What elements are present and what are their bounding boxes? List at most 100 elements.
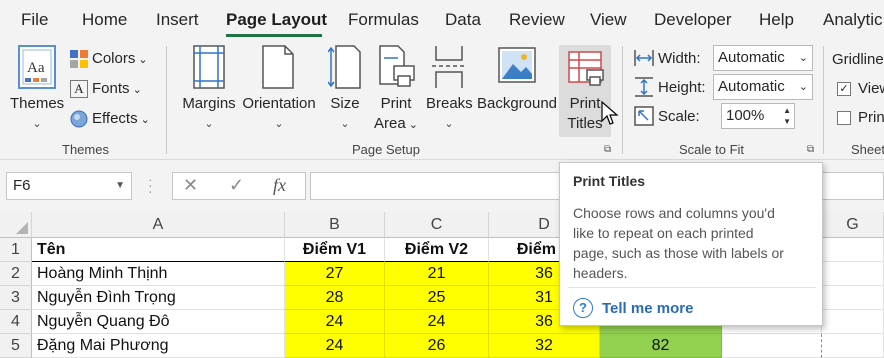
cell-g1[interactable] <box>822 238 884 262</box>
colors-button[interactable]: Colors ⌄ <box>70 46 148 72</box>
cell-e5[interactable]: 82 <box>600 334 722 358</box>
column-header-g[interactable]: G <box>822 212 884 238</box>
orientation-button[interactable]: Orientation ⌄ <box>240 44 318 134</box>
column-header-b[interactable]: B <box>285 212 385 238</box>
cell-g2[interactable] <box>822 262 884 286</box>
row-header[interactable]: 2 <box>0 262 32 286</box>
tab-file[interactable]: File <box>21 10 48 30</box>
cell-a2[interactable]: Hoàng Minh Thịnh <box>32 262 285 286</box>
cell-c5[interactable]: 26 <box>385 334 489 358</box>
column-header-a[interactable]: A <box>32 212 285 238</box>
row-header[interactable]: 3 <box>0 286 32 310</box>
background-button[interactable]: Background <box>476 44 558 114</box>
breaks-label: Breaks <box>426 95 473 112</box>
active-tab-indicator <box>226 34 322 37</box>
tab-insert[interactable]: Insert <box>156 10 199 30</box>
select-all-corner[interactable] <box>0 212 32 238</box>
tab-analytic[interactable]: Analytic <box>823 10 883 30</box>
size-button[interactable]: Size ⌄ <box>326 44 364 134</box>
page-setup-dialog-launcher-icon[interactable]: ⧉ <box>604 144 611 155</box>
margins-icon <box>193 45 225 89</box>
effects-button[interactable]: Effects ⌄ <box>70 106 150 132</box>
chevron-down-icon: ▼ <box>115 180 125 191</box>
name-box[interactable]: F6 ▼ <box>6 172 132 200</box>
height-icon <box>635 77 653 97</box>
size-label: Size <box>330 95 360 112</box>
gridlines-view-label: View <box>858 80 884 97</box>
cell-f5[interactable] <box>722 334 822 358</box>
print-area-icon <box>379 45 415 87</box>
tab-help[interactable]: Help <box>759 10 794 30</box>
cell-d5[interactable]: 32 <box>489 334 600 358</box>
scale-spinner[interactable]: 100% ▲ ▼ <box>721 103 795 129</box>
tab-view[interactable]: View <box>590 10 627 30</box>
cell-c3[interactable]: 25 <box>385 286 489 310</box>
select-all-triangle-icon <box>16 222 28 234</box>
cell-a1[interactable]: Tên <box>32 238 285 262</box>
scale-label: Scale: <box>658 108 700 125</box>
tab-page-layout[interactable]: Page Layout <box>226 10 327 30</box>
themes-label: Themes <box>10 95 65 112</box>
orientation-label: Orientation <box>242 95 316 112</box>
cell-c2[interactable]: 21 <box>385 262 489 286</box>
cell-g4[interactable] <box>822 310 884 334</box>
breaks-button[interactable]: Breaks ⌄ <box>426 44 473 134</box>
cell-c1[interactable]: Điểm V2 <box>385 238 489 262</box>
tab-developer[interactable]: Developer <box>654 10 732 30</box>
help-icon[interactable]: ? <box>573 298 593 318</box>
tab-formulas[interactable]: Formulas <box>348 10 419 30</box>
margins-button[interactable]: Margins ⌄ <box>180 44 238 134</box>
chevron-down-icon: ⌄ <box>135 54 148 66</box>
effects-label: Effects <box>92 110 138 127</box>
cell-a4[interactable]: Nguyễn Quang Đô <box>32 310 285 334</box>
group-separator <box>622 46 623 154</box>
more-options-icon: · · · <box>148 171 153 199</box>
insert-function-icon[interactable]: fx <box>273 175 286 196</box>
tooltip-divider <box>568 287 816 288</box>
tooltip-line: page, such as those with labels or <box>573 245 784 261</box>
enter-icon[interactable]: ✓ <box>229 175 244 196</box>
page-size-icon <box>328 45 361 89</box>
scale-to-fit-dialog-launcher-icon[interactable]: ⧉ <box>807 144 814 155</box>
scale-value: 100% <box>726 107 765 124</box>
group-label-scale-to-fit: Scale to Fit <box>679 142 745 157</box>
svg-text:Aa: Aa <box>27 60 45 76</box>
row-header[interactable]: 1 <box>0 238 32 262</box>
row-header[interactable]: 4 <box>0 310 32 334</box>
cell-g3[interactable] <box>822 286 884 310</box>
chevron-down-icon: ⌄ <box>798 52 808 64</box>
cell-c4[interactable]: 24 <box>385 310 489 334</box>
themes-button[interactable]: Aa Themes ⌄ <box>10 44 64 134</box>
cell-b5[interactable]: 24 <box>285 334 385 358</box>
print-area-button[interactable]: Print Area ⌄ <box>372 44 420 135</box>
cell-a5[interactable]: Đặng Mai Phương <box>32 334 285 358</box>
tell-me-more-link[interactable]: Tell me more <box>602 300 693 317</box>
cell-b3[interactable]: 28 <box>285 286 385 310</box>
gridlines-print-checkbox[interactable] <box>837 111 851 125</box>
cancel-icon[interactable]: ✕ <box>183 175 198 196</box>
chevron-down-icon: ⌄ <box>444 118 454 130</box>
tab-review[interactable]: Review <box>509 10 565 30</box>
column-header-c[interactable]: C <box>385 212 489 238</box>
group-label-sheet-options: Sheet <box>851 142 884 157</box>
group-separator <box>166 46 167 154</box>
height-label: Height: <box>658 79 706 96</box>
cell-b1[interactable]: Điểm V1 <box>285 238 385 262</box>
cell-b2[interactable]: 27 <box>285 262 385 286</box>
group-label-themes: Themes <box>62 142 109 157</box>
height-dropdown[interactable]: Automatic ⌄ <box>713 74 813 100</box>
width-dropdown[interactable]: Automatic ⌄ <box>713 45 813 71</box>
cell-g5[interactable] <box>822 334 884 358</box>
gridlines-view-checkbox[interactable]: ✓ <box>837 82 851 96</box>
row-header[interactable]: 5 <box>0 334 32 358</box>
tab-data[interactable]: Data <box>445 10 481 30</box>
fonts-button[interactable]: A Fonts ⌄ <box>70 76 142 102</box>
spinner-arrows-icon[interactable]: ▲ ▼ <box>783 105 791 127</box>
print-titles-tooltip: Print Titles Choose rows and columns you… <box>559 162 823 326</box>
name-box-value: F6 <box>13 177 31 194</box>
cell-b4[interactable]: 24 <box>285 310 385 334</box>
chevron-down-icon: ⌄ <box>274 118 284 130</box>
cell-a3[interactable]: Nguyễn Đình Trọng <box>32 286 285 310</box>
tab-home[interactable]: Home <box>82 10 127 30</box>
orientation-icon <box>262 45 294 89</box>
